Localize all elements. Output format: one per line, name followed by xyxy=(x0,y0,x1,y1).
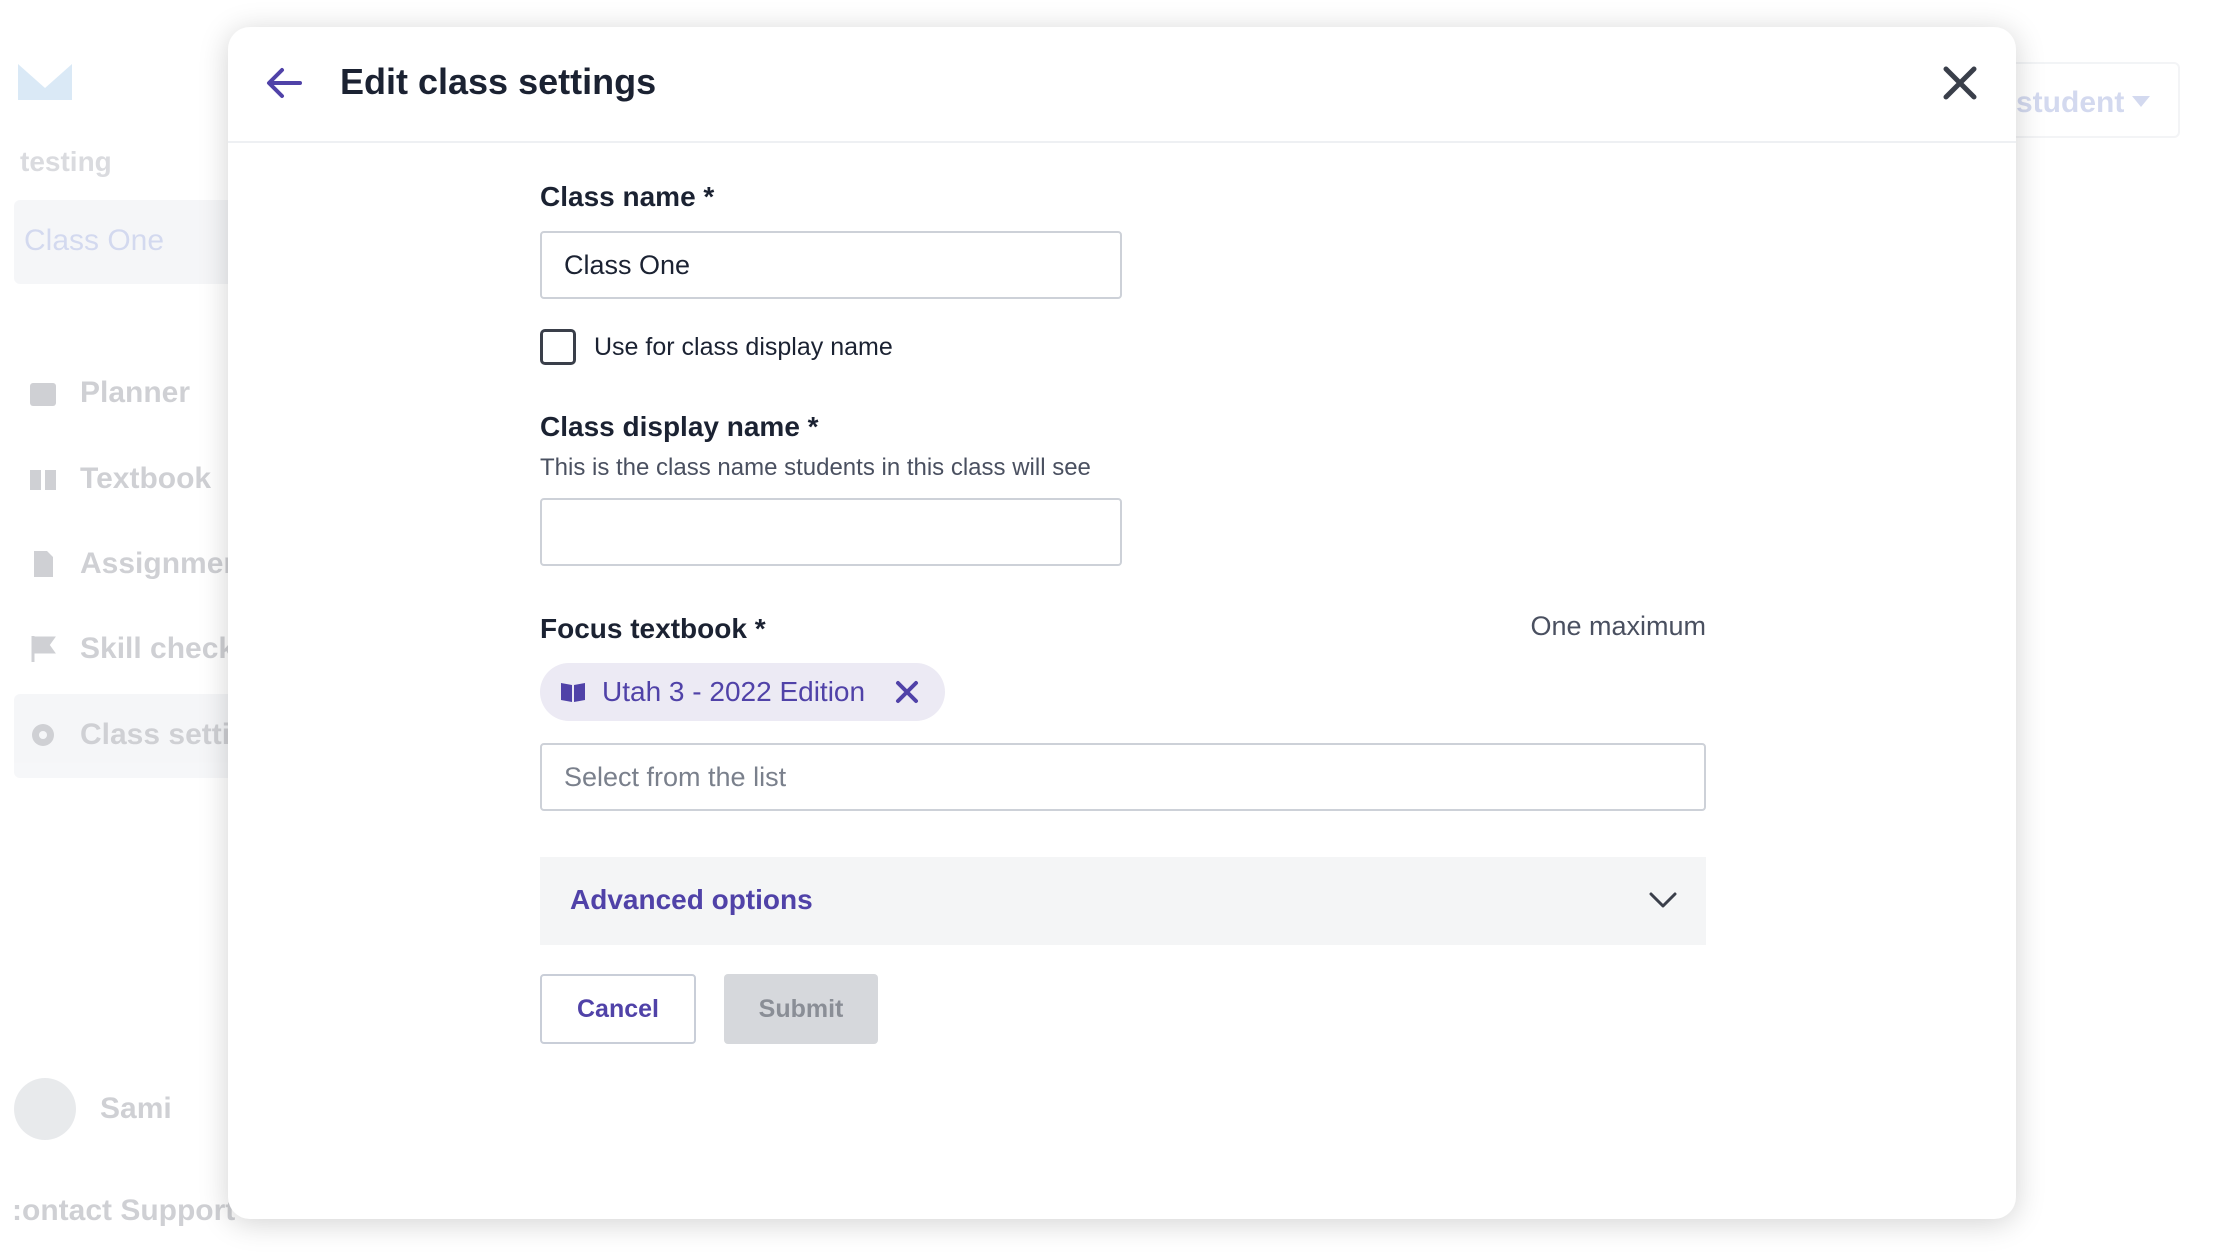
view-as-label: student xyxy=(2016,86,2125,119)
advanced-options-toggle[interactable]: Advanced options xyxy=(540,857,1706,945)
app-logo-icon xyxy=(18,64,72,100)
selected-textbook-chip: Utah 3 - 2022 Edition xyxy=(540,663,946,721)
book-icon xyxy=(30,470,56,490)
display-name-label: Class display name * xyxy=(540,411,819,442)
contact-support-link[interactable]: :ontact Support xyxy=(12,1194,235,1228)
advanced-options-label: Advanced options xyxy=(570,884,813,915)
sidebar-item-label: Assignment xyxy=(80,547,252,580)
textbook-select-input[interactable] xyxy=(540,743,1706,811)
use-for-display-name-checkbox-row[interactable]: Use for class display name xyxy=(540,329,893,365)
flag-icon xyxy=(31,636,56,662)
user-name: Sami xyxy=(100,1092,172,1125)
remove-chip-icon[interactable] xyxy=(895,680,919,704)
class-name-label: Class name * xyxy=(540,181,715,212)
submit-button[interactable]: Submit xyxy=(724,974,878,1044)
sidebar-item-skill-checks[interactable]: Skill check- xyxy=(28,632,245,666)
sidebar-item-textbook[interactable]: Textbook xyxy=(28,462,211,496)
sidebar-item-class-settings[interactable]: Class settin xyxy=(28,718,248,752)
sidebar-item-label: Planner xyxy=(80,376,191,409)
use-for-display-name-checkbox[interactable] xyxy=(540,329,576,365)
close-icon[interactable] xyxy=(1940,63,1980,103)
one-maximum-note: One maximum xyxy=(1530,611,1706,641)
class-name-input[interactable] xyxy=(540,231,1122,299)
document-icon xyxy=(34,551,53,577)
focus-textbook-label: Focus textbook * xyxy=(540,613,766,644)
display-name-help: This is the class name students in this … xyxy=(540,454,1091,481)
sidebar-item-assignments[interactable]: Assignment xyxy=(28,547,252,581)
display-name-input[interactable] xyxy=(540,498,1122,566)
selected-textbook-label: Utah 3 - 2022 Edition xyxy=(602,676,866,707)
sidebar-class-label: Class One xyxy=(24,224,165,257)
use-for-display-name-label: Use for class display name xyxy=(594,332,893,361)
chevron-down-icon xyxy=(1649,892,1677,908)
sidebar-item-label: Class settin xyxy=(80,718,249,751)
sidebar-item-planner[interactable]: Planner xyxy=(28,376,190,410)
sidebar-item-label: Textbook xyxy=(80,462,212,495)
sidebar-item-label: Skill check- xyxy=(80,632,246,665)
modal-title: Edit class settings xyxy=(340,61,657,102)
gear-icon xyxy=(32,724,54,746)
workspace-name: testing xyxy=(20,146,112,177)
book-open-icon xyxy=(561,683,585,702)
calendar-icon xyxy=(30,383,56,406)
arrow-left-icon[interactable] xyxy=(262,61,306,105)
cancel-button[interactable]: Cancel xyxy=(540,974,696,1044)
edit-class-settings-modal: Edit class settings Class name * Use for… xyxy=(228,27,2016,1219)
caret-down-icon xyxy=(2132,96,2150,107)
user-profile[interactable]: Sami xyxy=(14,1078,172,1140)
modal-header: Edit class settings xyxy=(228,27,2016,143)
avatar xyxy=(14,1078,76,1140)
